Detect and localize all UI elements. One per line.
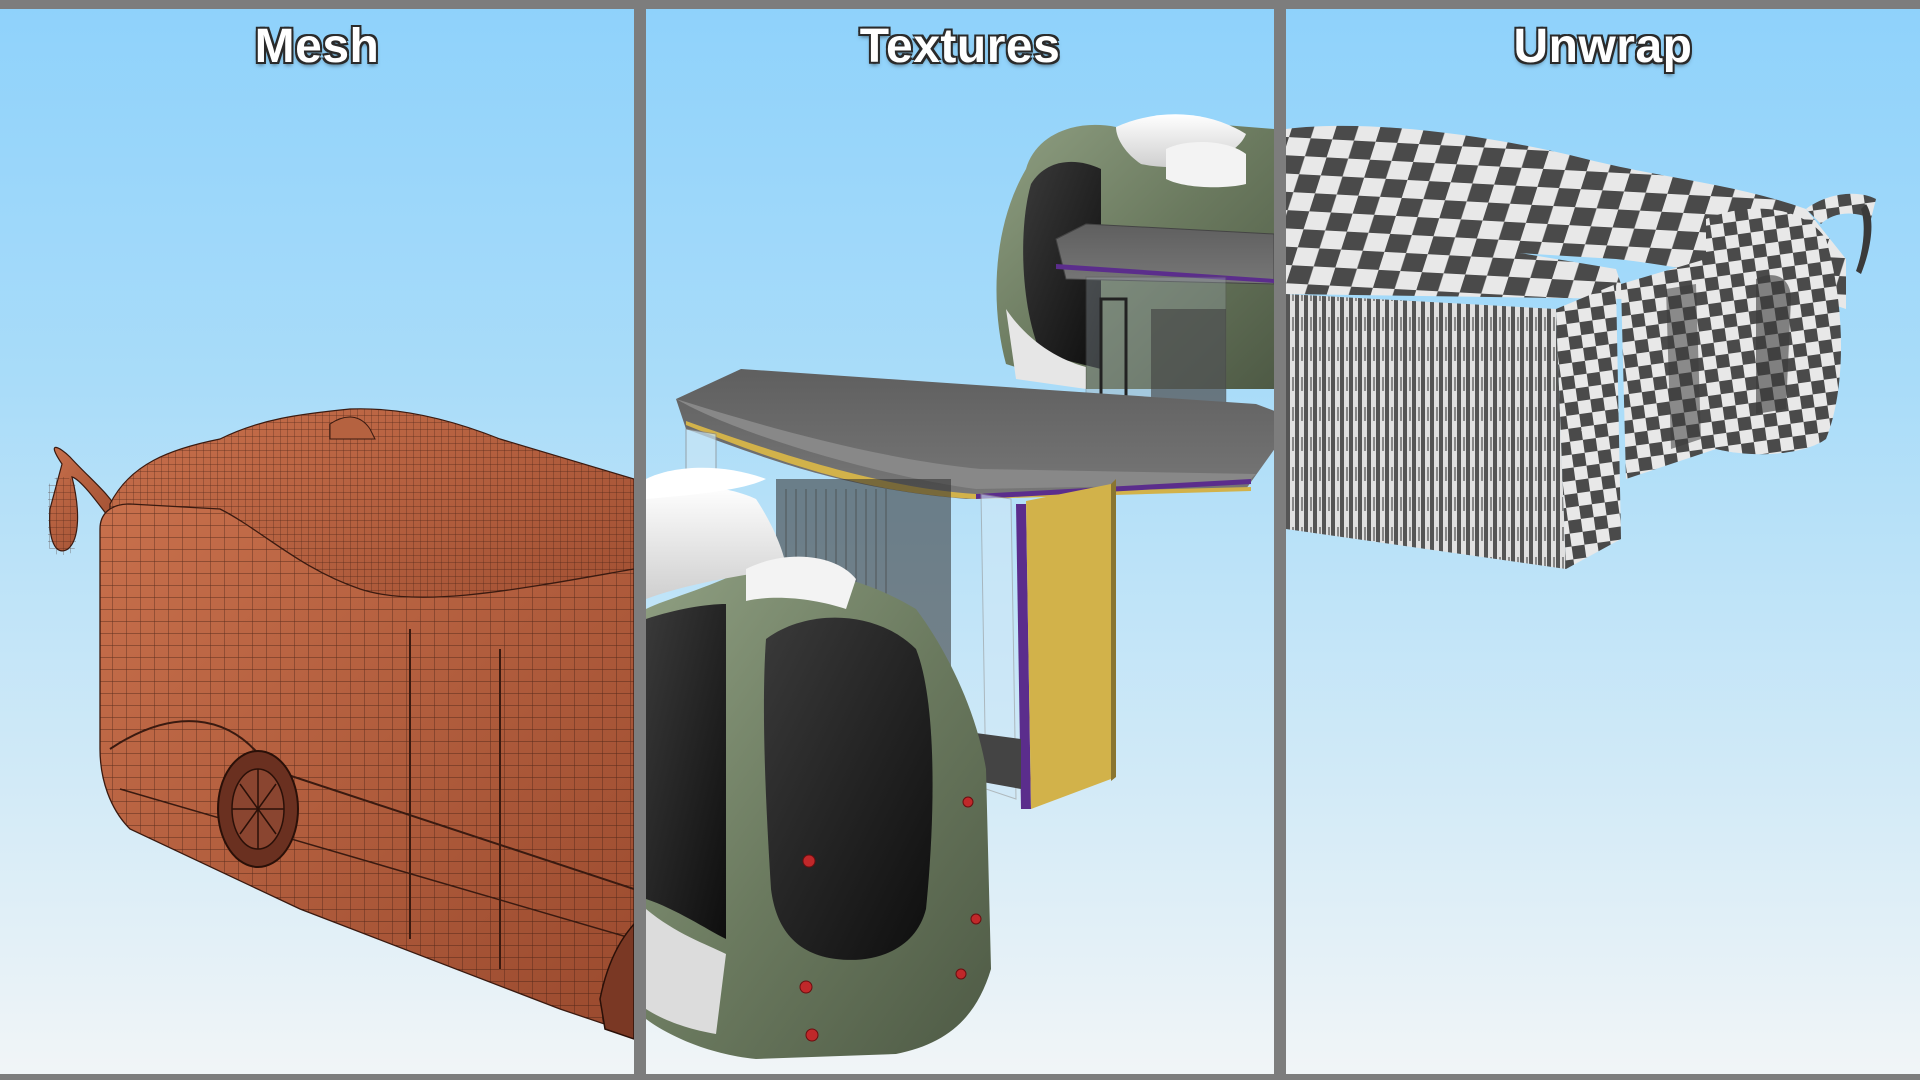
panel-divider-right: [1274, 0, 1286, 1080]
panel-title-unwrap: Unwrap: [1513, 20, 1693, 73]
unwrap-render: [1286, 125, 1876, 569]
panel-title-textures: Textures: [859, 20, 1061, 73]
panel-divider-left: [634, 0, 646, 1080]
comparison-figure: Mesh Textures Unwrap: [0, 0, 1920, 1080]
panel-unwrap: Unwrap: [1286, 9, 1920, 1074]
panel-title-mesh: Mesh: [254, 20, 380, 73]
textures-render: [646, 114, 1274, 1059]
panel-textures: Textures: [646, 9, 1274, 1074]
panel-mesh: Mesh: [0, 9, 634, 1074]
mesh-render: [48, 408, 634, 1040]
